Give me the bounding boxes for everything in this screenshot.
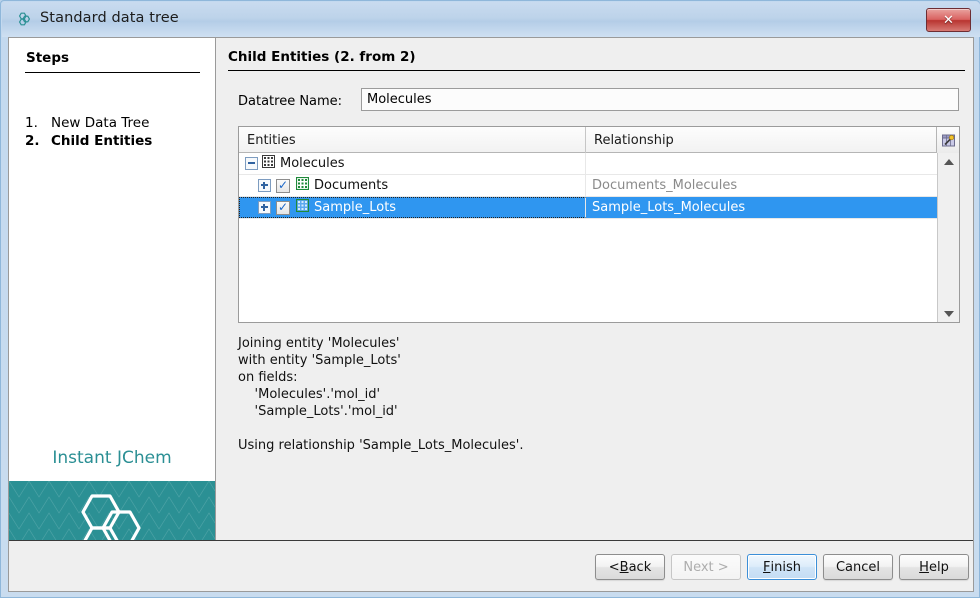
row-entity-label: Molecules bbox=[280, 156, 345, 171]
dialog-body: Steps 1. New Data Tree 2. Child Entities I… bbox=[8, 37, 974, 585]
relationship-description-text: Using relationship 'Sample_Lots_Molecule… bbox=[238, 438, 524, 453]
column-header-entities[interactable]: Entities bbox=[239, 127, 586, 153]
next-button[interactable]: Next > bbox=[671, 554, 741, 580]
finish-button-label: inish bbox=[770, 559, 801, 575]
row-entity-label: Sample_Lots bbox=[314, 200, 397, 215]
check-icon: ✓ bbox=[277, 177, 289, 192]
steps-divider bbox=[25, 72, 200, 73]
entity-grid-icon bbox=[262, 155, 275, 172]
datatree-name-input[interactable] bbox=[361, 88, 959, 111]
row-entity-cell[interactable]: ✓ bbox=[239, 175, 586, 196]
cancel-button[interactable]: Cancel bbox=[823, 554, 893, 580]
next-button-label: ext > bbox=[693, 559, 729, 575]
step-item-child-entities[interactable]: 2. Child Entities bbox=[25, 133, 152, 149]
steps-heading: Steps bbox=[26, 50, 70, 66]
check-icon: ✓ bbox=[277, 199, 289, 214]
table-body: Molecules ✓ Documents Documents_Molecule… bbox=[239, 153, 938, 322]
jchem-hexagon-icon bbox=[15, 10, 33, 28]
entity-grid-icon bbox=[295, 176, 310, 194]
row-checkbox[interactable]: ✓ bbox=[276, 177, 290, 193]
entity-grid-icon bbox=[295, 198, 310, 216]
row-relationship-cell[interactable]: Documents_Molecules bbox=[586, 175, 938, 196]
row-entity-cell[interactable]: Molecules bbox=[239, 153, 586, 174]
join-description-text: Joining entity 'Molecules' with entity '… bbox=[238, 336, 401, 419]
dialog-footer: < Back Next > Finish Cancel Help bbox=[8, 540, 974, 592]
column-chooser-icon[interactable] bbox=[936, 127, 959, 153]
main-pane: Child Entities (2. from 2) Datatree Name… bbox=[216, 38, 973, 585]
cancel-button-label: Cancel bbox=[835, 559, 881, 575]
table-vertical-scrollbar[interactable] bbox=[937, 153, 959, 322]
scroll-down-icon[interactable] bbox=[938, 305, 959, 322]
step-number: 1. bbox=[25, 115, 38, 131]
page-title: Child Entities (2. from 2) bbox=[228, 49, 416, 65]
close-icon: ✕ bbox=[943, 12, 954, 28]
step-number: 2. bbox=[25, 133, 40, 149]
scroll-up-icon[interactable] bbox=[938, 153, 959, 170]
step-item-new-data-tree[interactable]: 1. New Data Tree bbox=[25, 115, 149, 131]
entities-table: Entities Relationship Molecules ✓ Docume… bbox=[238, 126, 960, 323]
finish-button[interactable]: Finish bbox=[747, 554, 817, 580]
help-button[interactable]: Help bbox=[899, 554, 969, 580]
title-bar: Standard data tree ✕ bbox=[2, 2, 980, 37]
finish-button-mnemonic: F bbox=[763, 559, 771, 575]
step-label: New Data Tree bbox=[51, 115, 150, 131]
table-row[interactable]: ✓ bbox=[239, 175, 938, 197]
window-title: Standard data tree bbox=[40, 10, 179, 26]
table-row[interactable]: Molecules bbox=[239, 153, 938, 175]
back-button-label: ack bbox=[628, 559, 652, 575]
column-header-relationship[interactable]: Relationship bbox=[586, 127, 938, 153]
table-row[interactable]: ✓ bbox=[239, 197, 938, 219]
row-entity-cell[interactable]: ✓ bbox=[239, 197, 586, 218]
next-button-mnemonic: N bbox=[683, 559, 694, 575]
row-relationship-cell[interactable] bbox=[586, 153, 938, 174]
dialog-window: Standard data tree ✕ Steps 1. New Data Tr… bbox=[0, 0, 980, 598]
expand-toggle-icon[interactable] bbox=[258, 179, 271, 192]
back-button[interactable]: < Back bbox=[595, 554, 665, 580]
footer-divider bbox=[9, 540, 973, 541]
back-button-mnemonic: B bbox=[619, 559, 629, 575]
step-label: Child Entities bbox=[51, 133, 153, 149]
help-button-mnemonic: H bbox=[919, 559, 929, 575]
datatree-name-label: Datatree Name: bbox=[238, 94, 343, 109]
back-button-prefix: < bbox=[608, 559, 620, 575]
steps-sidebar: Steps 1. New Data Tree 2. Child Entities I… bbox=[9, 38, 216, 585]
brand-label: Instant JChem bbox=[52, 448, 172, 468]
help-button-label: elp bbox=[928, 559, 949, 575]
row-checkbox[interactable]: ✓ bbox=[276, 199, 290, 215]
row-relationship-cell[interactable]: Sample_Lots_Molecules bbox=[586, 197, 938, 218]
collapse-toggle-icon[interactable] bbox=[245, 157, 258, 170]
close-button[interactable]: ✕ bbox=[926, 8, 971, 32]
page-title-divider bbox=[228, 70, 965, 71]
expand-toggle-icon[interactable] bbox=[258, 201, 271, 214]
table-header-row: Entities Relationship bbox=[239, 127, 959, 153]
row-entity-label: Documents bbox=[314, 178, 389, 193]
